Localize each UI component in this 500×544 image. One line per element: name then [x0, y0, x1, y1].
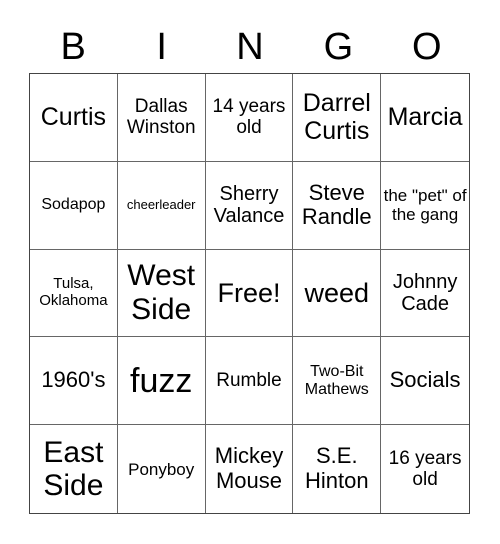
- bingo-cell[interactable]: Mickey Mouse: [206, 425, 294, 513]
- header-letter-i: I: [156, 26, 167, 68]
- bingo-cell[interactable]: the "pet" of the gang: [381, 162, 469, 250]
- bingo-cell[interactable]: Darrel Curtis: [293, 74, 382, 162]
- bingo-cell[interactable]: Marcia: [381, 74, 469, 162]
- bingo-cell[interactable]: Sherry Valance: [205, 161, 294, 250]
- free-space-cell[interactable]: Free!: [205, 249, 294, 338]
- bingo-cell[interactable]: fuzz: [117, 337, 206, 426]
- bingo-cell[interactable]: East Side: [30, 425, 118, 513]
- bingo-cell[interactable]: 1960's: [30, 337, 118, 426]
- bingo-cell[interactable]: Rumble: [205, 337, 294, 426]
- bingo-cell[interactable]: West Side: [117, 249, 206, 338]
- bingo-cell[interactable]: Ponyboy: [118, 425, 206, 513]
- bingo-cell[interactable]: Two-Bit Mathews: [293, 337, 382, 426]
- bingo-cell[interactable]: weed: [293, 249, 382, 338]
- header-letter-b: B: [60, 26, 86, 68]
- bingo-cell[interactable]: 14 years old: [205, 74, 294, 162]
- bingo-header: B I N G O: [29, 22, 471, 72]
- bingo-cell[interactable]: cheerleader: [117, 161, 206, 250]
- bingo-cell[interactable]: Socials: [381, 337, 469, 426]
- header-letter-g: G: [323, 26, 354, 68]
- bingo-cell[interactable]: Sodapop: [30, 161, 118, 250]
- bingo-cell[interactable]: Tulsa, Oklahoma: [30, 249, 118, 338]
- header-letter-o: O: [412, 26, 442, 68]
- bingo-cell[interactable]: Johnny Cade: [381, 250, 469, 338]
- bingo-card: Curtis Dallas Winston 14 years old Darre…: [29, 73, 470, 514]
- header-letter-n: N: [236, 26, 264, 68]
- bingo-cell[interactable]: Dallas Winston: [117, 74, 206, 162]
- bingo-cell[interactable]: S.E. Hinton: [293, 425, 382, 513]
- bingo-cell[interactable]: Steve Randle: [293, 161, 382, 250]
- bingo-cell[interactable]: Curtis: [30, 74, 118, 162]
- bingo-cell[interactable]: 16 years old: [381, 425, 469, 513]
